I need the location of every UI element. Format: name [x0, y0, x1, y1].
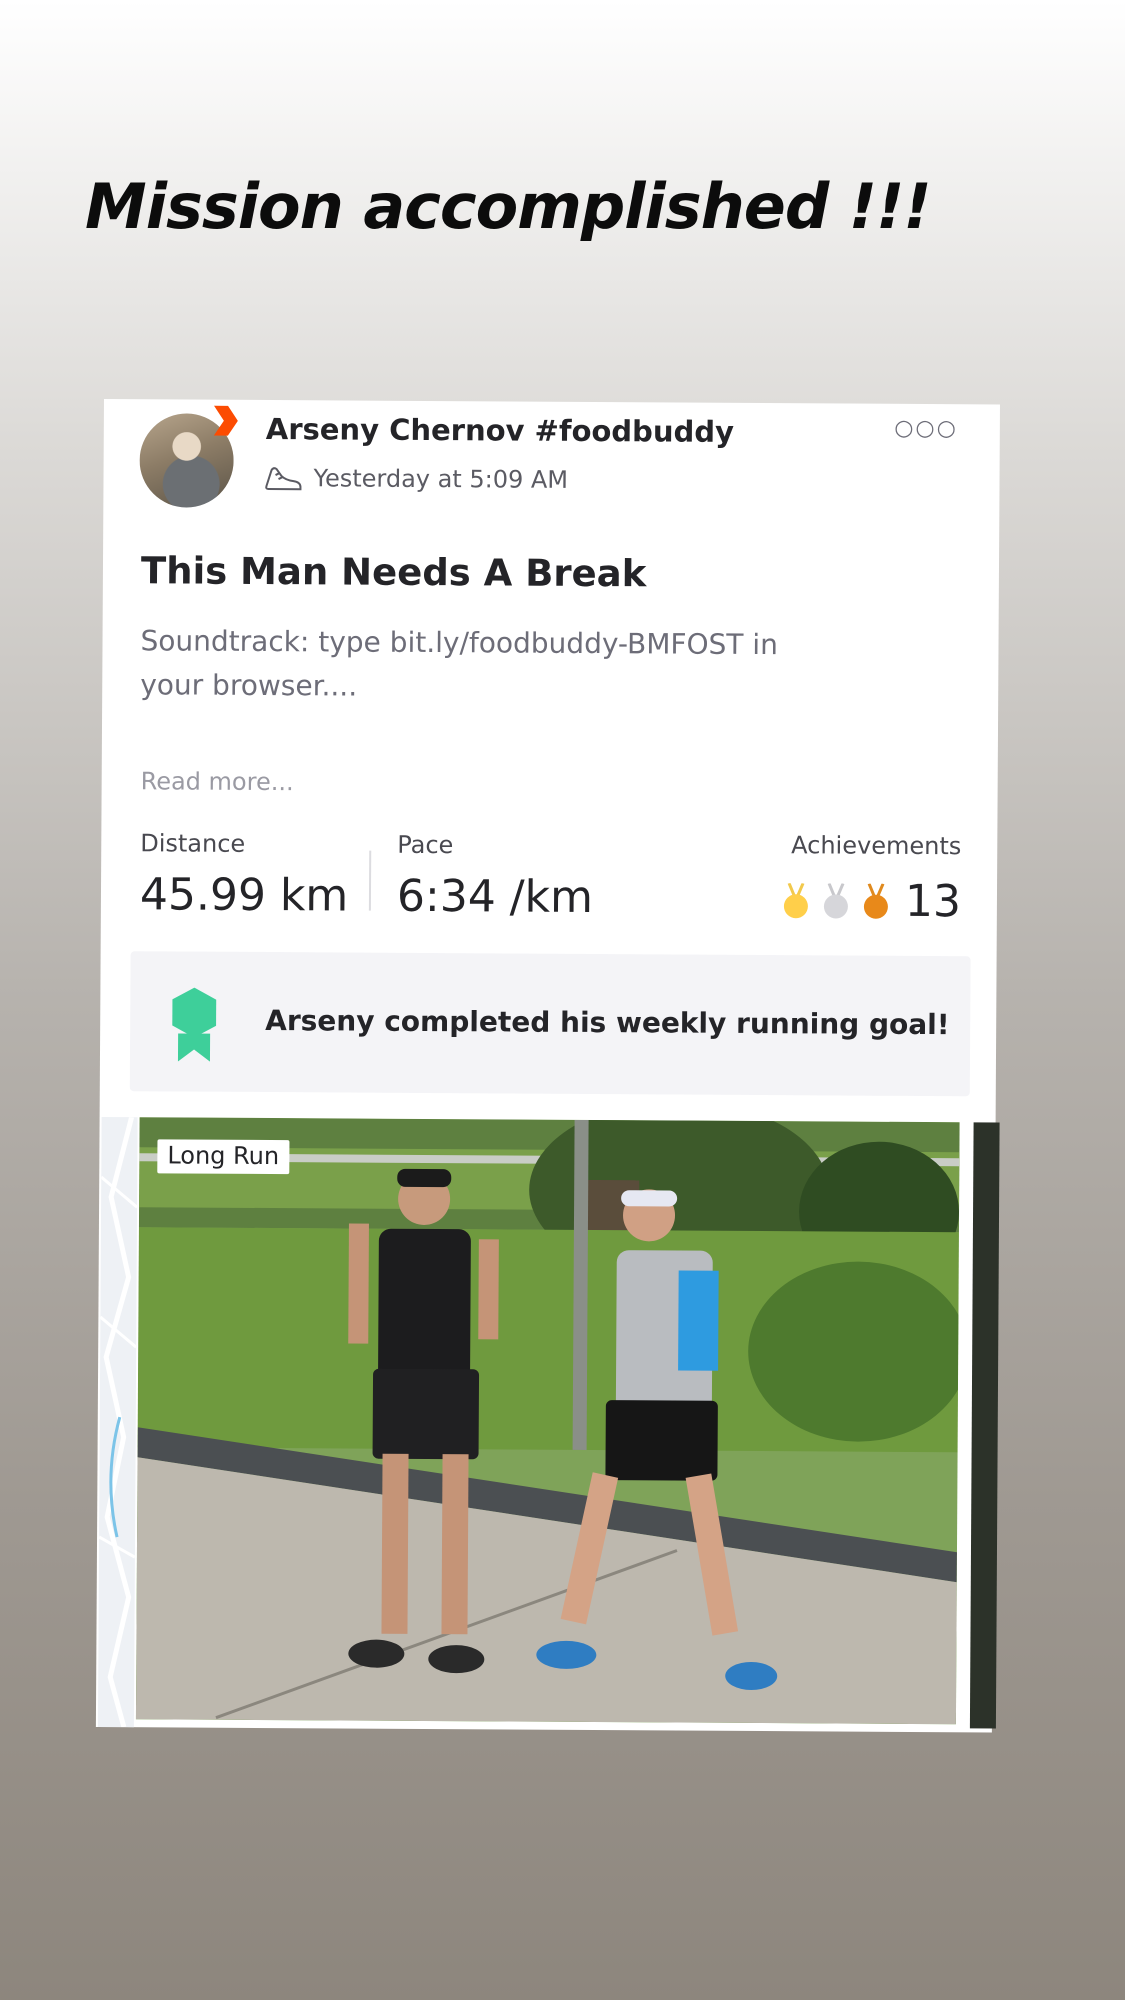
activity-card[interactable]: Arseny Chernov #foodbuddy Yesterday at 5…	[95, 399, 1000, 1733]
author-name[interactable]: Arseny Chernov #foodbuddy	[266, 412, 734, 449]
map-lines	[98, 1116, 138, 1728]
photo-illustration	[135, 1117, 960, 1725]
read-more-link[interactable]: Read more...	[141, 767, 294, 796]
activity-photo[interactable]: Long Run	[135, 1117, 960, 1725]
pace-stat: Pace 6:34 /km	[397, 831, 594, 923]
running-shoe-icon	[265, 467, 302, 491]
next-photo-preview[interactable]	[969, 1122, 1000, 1729]
weekly-goal-text: Arseny completed his weekly running goal…	[265, 1003, 950, 1042]
more-options-icon[interactable]: ○○○	[894, 416, 958, 441]
activity-meta: Yesterday at 5:09 AM	[263, 464, 568, 494]
achievements-label: Achievements	[791, 831, 962, 861]
workout-type-tag: Long Run	[157, 1139, 290, 1175]
silver-medal-icon	[823, 882, 848, 918]
achievements-row[interactable]: 13	[783, 875, 961, 927]
distance-label: Distance	[140, 829, 246, 858]
bronze-medal-icon	[863, 883, 888, 919]
activity-timestamp: Yesterday at 5:09 AM	[313, 464, 569, 494]
pace-label: Pace	[397, 830, 454, 860]
achievements-count: 13	[904, 875, 962, 928]
route-map-preview[interactable]	[97, 1116, 138, 1728]
activity-description: Soundtrack: type bit.ly/foodbuddy-BMFOST…	[140, 624, 779, 703]
distance-stat: Distance 45.99 km	[140, 829, 349, 921]
activity-title[interactable]: This Man Needs A Break	[141, 549, 647, 595]
stat-divider	[368, 850, 372, 911]
distance-value: 45.99 km	[139, 869, 349, 922]
pace-value: 6:34 /km	[396, 870, 594, 923]
subscriber-badge-icon	[213, 405, 238, 436]
ribbon-badge-icon	[172, 987, 217, 1062]
gold-medal-icon	[783, 882, 808, 918]
weekly-goal-banner[interactable]: Arseny completed his weekly running goal…	[129, 951, 971, 1097]
story-title: Mission accomplished !!!	[85, 170, 932, 243]
